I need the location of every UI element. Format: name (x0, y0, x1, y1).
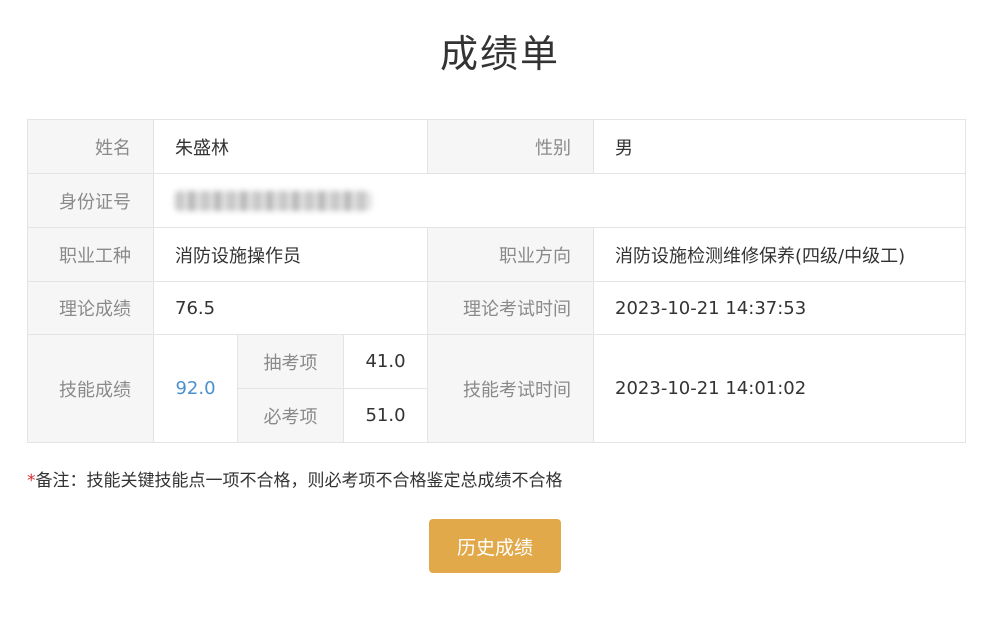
random-item-value: 41.0 (342, 334, 429, 389)
random-item-label: 抽考项 (237, 334, 344, 389)
job-type-value: 消防设施操作员 (152, 227, 429, 282)
page-title: 成绩单 (439, 32, 560, 76)
required-asterisk: * (27, 471, 36, 491)
id-value (152, 173, 967, 228)
theory-score-label: 理论成绩 (27, 281, 154, 335)
skill-time-value: 2023-10-21 14:01:02 (593, 334, 967, 443)
row-name-gender: 姓名 朱盛林 性别 男 (27, 119, 967, 174)
skill-time-label: 技能考试时间 (427, 334, 595, 443)
job-direction-value: 消防设施检测维修保养(四级/中级工) (593, 227, 967, 282)
row-id: 身份证号 (27, 173, 967, 228)
name-value: 朱盛林 (152, 119, 429, 174)
remark-text: 备注：技能关键技能点一项不合格，则必考项不合格鉴定总成绩不合格 (35, 471, 563, 491)
theory-time-label: 理论考试时间 (427, 281, 595, 335)
theory-time-value: 2023-10-21 14:37:53 (593, 281, 967, 335)
gender-value: 男 (593, 119, 967, 174)
history-scores-button[interactable]: 历史成绩 (429, 519, 561, 573)
row-theory: 理论成绩 76.5 理论考试时间 2023-10-21 14:37:53 (27, 281, 967, 335)
theory-score-value: 76.5 (152, 281, 429, 335)
job-direction-label: 职业方向 (427, 227, 595, 282)
required-item-value: 51.0 (342, 388, 429, 443)
skill-score-label: 技能成绩 (27, 334, 154, 443)
row-job: 职业工种 消防设施操作员 职业方向 消防设施检测维修保养(四级/中级工) (27, 227, 967, 282)
remark-note: *备注：技能关键技能点一项不合格，则必考项不合格鉴定总成绩不合格 (27, 469, 563, 493)
gender-label: 性别 (427, 119, 595, 174)
job-type-label: 职业工种 (27, 227, 154, 282)
grade-table: 姓名 朱盛林 性别 男 身份证号 职业工种 消防设施操作员 职业方向 消防设施检… (27, 119, 967, 443)
name-label: 姓名 (27, 119, 154, 174)
required-item-label: 必考项 (237, 388, 344, 443)
redacted-id-number (175, 191, 371, 211)
row-skill-random: 技能成绩 92.0 抽考项 41.0 技能考试时间 2023-10-21 14:… (27, 334, 967, 443)
skill-score-value: 92.0 (153, 334, 238, 443)
id-label: 身份证号 (27, 173, 154, 228)
